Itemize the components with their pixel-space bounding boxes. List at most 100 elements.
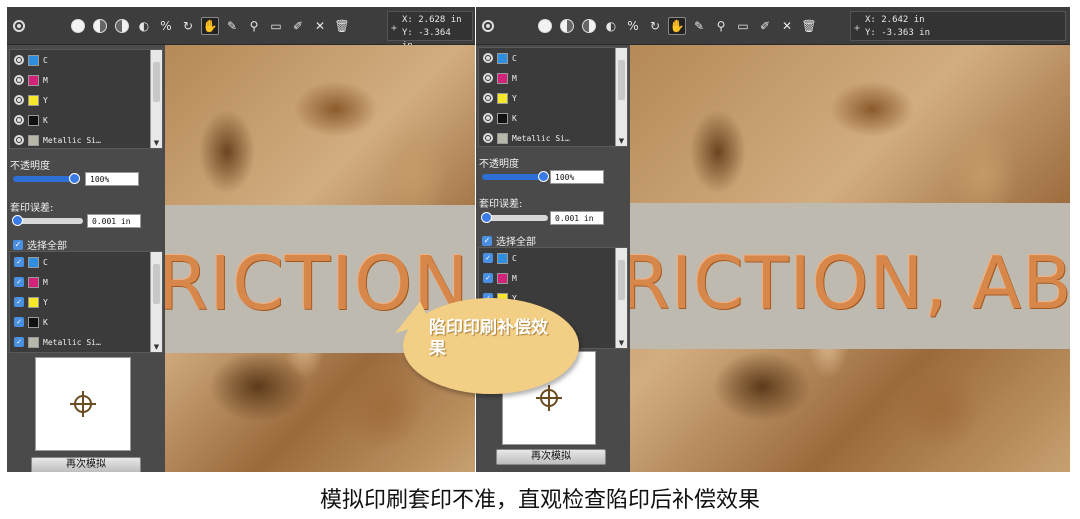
ink-name: Y	[43, 297, 48, 307]
half-ink-alt-icon[interactable]	[580, 17, 598, 35]
navigator-preview[interactable]	[35, 357, 131, 451]
zoom-percent-icon[interactable]: %	[157, 17, 175, 35]
cross-select-icon[interactable]: ✕	[311, 17, 329, 35]
zoom-percent-icon[interactable]: %	[624, 17, 642, 35]
slider-knob[interactable]	[481, 212, 492, 223]
preview-canvas[interactable]: RICTION	[165, 45, 475, 472]
eye-icon[interactable]	[483, 53, 493, 63]
hand-tool-icon[interactable]: ✋	[668, 17, 686, 35]
opacity-input[interactable]: 100%	[85, 172, 139, 186]
scrollbar[interactable]: ▼	[150, 50, 162, 148]
ink-row[interactable]: Metallic Si…	[479, 128, 627, 148]
misregistration-slider[interactable]	[481, 212, 548, 223]
speech-bubble-callout: 陷印印刷补偿效果	[403, 298, 579, 394]
ink-row[interactable]: Y	[479, 88, 627, 108]
check-icon[interactable]: ✓	[14, 317, 24, 327]
chevron-down-icon[interactable]: ▼	[616, 136, 627, 146]
slider-knob[interactable]	[69, 173, 80, 184]
ink-row[interactable]: ✓ Metallic Si…	[10, 332, 162, 352]
rotate-icon[interactable]: ↻	[646, 17, 664, 35]
check-icon[interactable]: ✓	[14, 277, 24, 287]
check-icon[interactable]: ✓	[14, 337, 24, 347]
resimulate-button[interactable]: 再次模拟	[496, 449, 606, 465]
misregistration-input[interactable]: 0.001 in	[87, 214, 141, 228]
misregistration-slider[interactable]	[12, 215, 83, 226]
full-ink-icon[interactable]	[536, 17, 554, 35]
ink-row[interactable]: C	[479, 48, 627, 68]
eye-icon[interactable]	[14, 115, 24, 125]
eyedropper-icon[interactable]: ✎	[223, 17, 241, 35]
half-ink-icon[interactable]	[558, 17, 576, 35]
full-ink-icon[interactable]	[69, 17, 87, 35]
select-all-label: 选择全部	[27, 241, 67, 252]
ink-row[interactable]: M	[479, 68, 627, 88]
chevron-down-icon[interactable]: ▼	[151, 138, 162, 148]
eyedropper-icon[interactable]: ✎	[690, 17, 708, 35]
cross-select-icon[interactable]: ✕	[778, 17, 796, 35]
ink-row[interactable]: ✓ M	[10, 272, 162, 292]
ink-swatch	[28, 316, 39, 328]
opacity-slider[interactable]	[482, 171, 549, 182]
eye-icon[interactable]	[483, 93, 493, 103]
half-ink-icon[interactable]	[91, 17, 109, 35]
check-icon[interactable]: ✓	[13, 239, 23, 250]
eye-icon[interactable]	[14, 75, 24, 85]
brush-icon[interactable]: ✐	[756, 17, 774, 35]
ink-name: K	[512, 113, 517, 123]
eye-icon[interactable]	[483, 133, 493, 143]
misregistration-input[interactable]: 0.001 in	[550, 211, 604, 225]
check-icon[interactable]: ✓	[482, 235, 492, 246]
moon-icon[interactable]: ◐	[602, 17, 620, 35]
ink-row[interactable]: Y	[10, 90, 162, 110]
ink-row[interactable]: ✓ C	[10, 252, 162, 272]
check-icon[interactable]: ✓	[14, 257, 24, 267]
ink-row[interactable]: Metallic Si…	[10, 130, 162, 150]
opacity-slider[interactable]	[13, 173, 80, 184]
eye-icon[interactable]	[14, 135, 24, 145]
view-toggle-icon[interactable]	[482, 20, 494, 32]
rotate-icon[interactable]: ↻	[179, 17, 197, 35]
ruler-icon[interactable]: ▭	[734, 17, 752, 35]
select-all-checkbox[interactable]: ✓ 选择全部	[13, 237, 67, 252]
ink-row[interactable]: K	[10, 110, 162, 130]
coord-x: X: 2.642 in	[865, 15, 925, 25]
eye-icon[interactable]	[14, 95, 24, 105]
scrollbar[interactable]: ▼	[615, 248, 627, 348]
ink-row[interactable]: ✓Y	[10, 292, 162, 312]
trash-icon[interactable]: 🗑	[333, 17, 351, 35]
moon-icon[interactable]: ◐	[135, 17, 153, 35]
magnifier-icon[interactable]: ⚲	[245, 17, 263, 35]
scrollbar[interactable]: ▼	[615, 48, 627, 146]
eye-icon[interactable]	[483, 73, 493, 83]
opacity-input[interactable]: 100%	[550, 170, 604, 184]
select-all-checkbox[interactable]: ✓ 选择全部	[482, 233, 536, 248]
eye-icon[interactable]	[483, 113, 493, 123]
slider-knob[interactable]	[538, 171, 549, 182]
hand-tool-icon[interactable]: ✋	[201, 17, 219, 35]
caption: 模拟印刷套印不准，直观检查陷印后补偿效果	[319, 488, 760, 513]
ink-row[interactable]: ✓K	[10, 312, 162, 332]
ink-name: K	[43, 317, 48, 327]
check-icon[interactable]: ✓	[483, 253, 493, 263]
check-icon[interactable]: ✓	[483, 273, 493, 283]
ink-row[interactable]: ✓ C	[479, 248, 627, 268]
chevron-down-icon[interactable]: ▼	[616, 338, 627, 348]
check-icon[interactable]: ✓	[14, 297, 24, 307]
ruler-icon[interactable]: ▭	[267, 17, 285, 35]
trash-icon[interactable]: 🗑	[800, 17, 818, 35]
ink-row[interactable]: C	[10, 50, 162, 70]
brush-icon[interactable]: ✐	[289, 17, 307, 35]
scrollbar[interactable]: ▼	[150, 252, 162, 352]
ink-row[interactable]: M	[10, 70, 162, 90]
ink-row[interactable]: ✓ M	[479, 268, 627, 288]
ink-row[interactable]: K	[479, 108, 627, 128]
slider-knob[interactable]	[12, 215, 23, 226]
toolbar: ◐ % ↻ ✋ ✎ ⚲ ▭ ✐ ✕ 🗑 + X: 2.642 in Y: -3.…	[476, 7, 1070, 45]
magnifier-icon[interactable]: ⚲	[712, 17, 730, 35]
view-toggle-icon[interactable]	[13, 20, 25, 32]
preview-canvas[interactable]: RICTION, AB	[630, 45, 1070, 472]
resimulate-button[interactable]: 再次模拟	[31, 457, 141, 472]
eye-icon[interactable]	[14, 55, 24, 65]
chevron-down-icon[interactable]: ▼	[151, 342, 162, 352]
half-ink-alt-icon[interactable]	[113, 17, 131, 35]
